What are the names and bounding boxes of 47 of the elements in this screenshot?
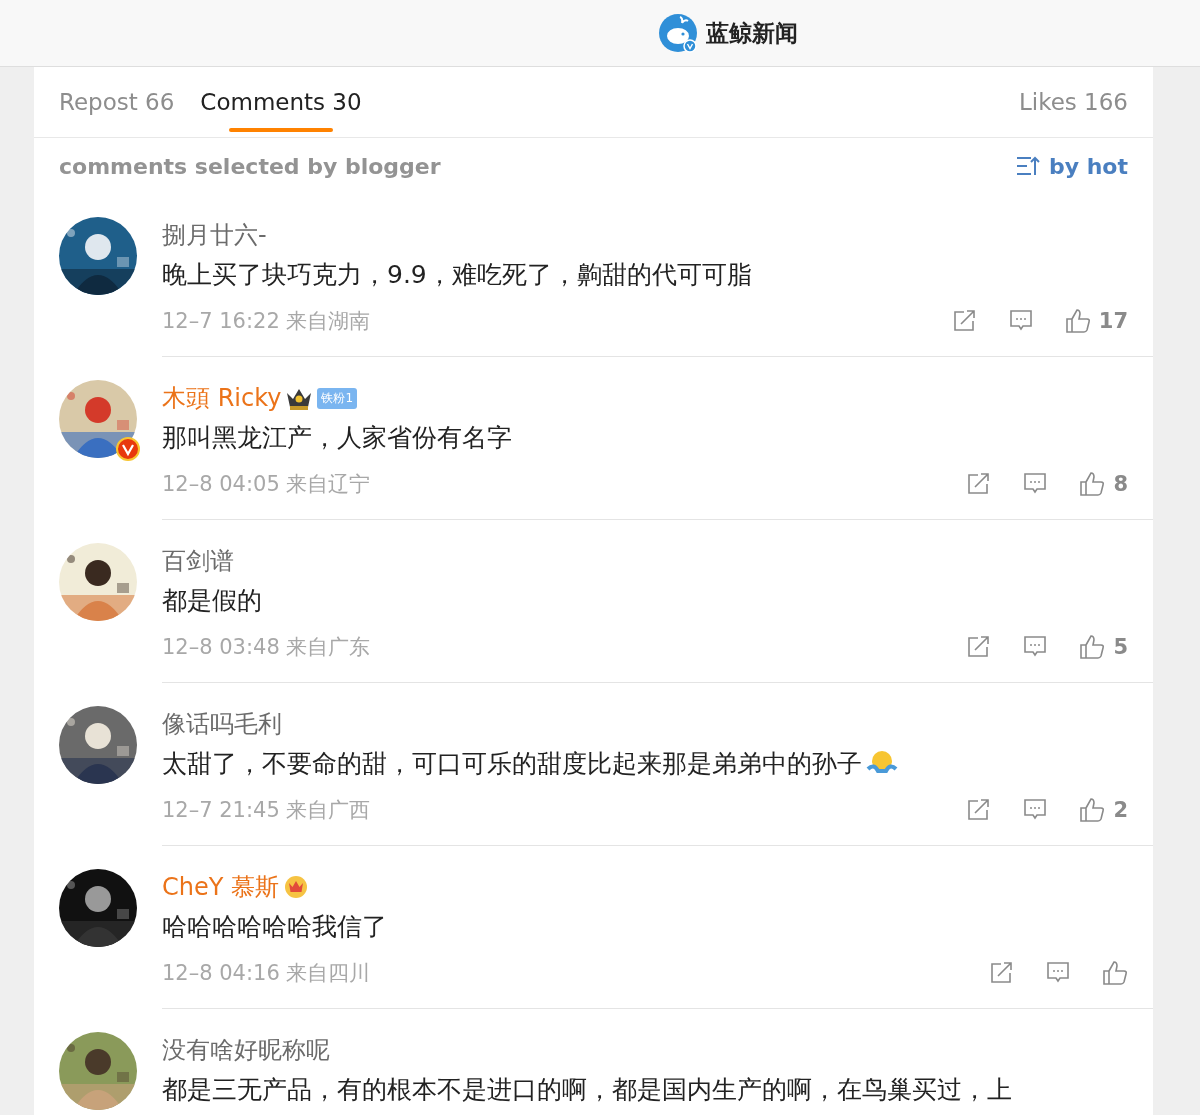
comment-time: 12–7 21:45 来自广西 xyxy=(162,797,371,824)
like-button[interactable]: 17 xyxy=(1064,308,1128,334)
comment-text: 晚上买了块巧克力，9.9，难吃死了，齁甜的代可可脂 xyxy=(162,258,752,291)
comment-text: 太甜了，不要命的甜，可口可乐的甜度比起来那是弟弟中的孙子 xyxy=(162,747,862,780)
comment-text: 那叫黑龙江产，人家省份有名字 xyxy=(162,421,512,454)
like-button[interactable] xyxy=(1102,960,1128,986)
user-name[interactable]: 像话吗毛利 xyxy=(162,708,282,740)
whale-logo-icon xyxy=(658,13,698,53)
like-button[interactable]: 5 xyxy=(1079,634,1128,660)
like-button[interactable]: 2 xyxy=(1079,797,1128,823)
share-icon[interactable] xyxy=(967,799,992,821)
user-name[interactable]: 捌月廿六- xyxy=(162,219,267,251)
like-button[interactable]: 8 xyxy=(1079,471,1128,497)
fan-badge: 铁粉1 xyxy=(317,387,358,409)
share-icon[interactable] xyxy=(990,962,1014,984)
comment-time: 12–8 04:16 来自四川 xyxy=(162,960,371,987)
tab[interactable]: Likes 166 xyxy=(1018,67,1128,137)
comment-icon[interactable] xyxy=(1046,961,1070,985)
user-name[interactable]: CheY 慕斯 xyxy=(162,871,280,903)
crown-icon xyxy=(283,875,310,899)
account-name: 蓝鲸新闻 xyxy=(706,18,798,48)
share-icon[interactable] xyxy=(952,310,977,332)
tab[interactable]: Repost 66 xyxy=(59,67,175,137)
comment-text: 都是假的 xyxy=(162,584,262,617)
comment-time: 12–8 03:48 来自广东 xyxy=(162,634,371,661)
tab[interactable]: Comments 30 xyxy=(200,67,362,137)
user-name[interactable]: 没有啥好昵称呢 xyxy=(162,1034,330,1066)
comment-icon[interactable] xyxy=(1023,635,1048,659)
thumbs-up-icon xyxy=(1079,471,1106,497)
comment-text: 哈哈哈哈哈哈我信了 xyxy=(162,910,387,943)
thumbs-up-icon xyxy=(1064,308,1091,334)
share-icon[interactable] xyxy=(967,473,992,495)
thumbs-up-icon xyxy=(1079,797,1106,823)
comment-icon[interactable] xyxy=(1008,309,1033,333)
comment-time: 12–7 16:22 来自湖南 xyxy=(162,308,371,335)
comment-icon[interactable] xyxy=(1023,472,1048,496)
sort-icon xyxy=(1014,155,1041,177)
thumbs-up-icon xyxy=(1079,634,1106,660)
user-name[interactable]: 百剑谱 xyxy=(162,545,234,577)
user-name[interactable]: 木頭 Ricky xyxy=(162,382,282,414)
comment-icon[interactable] xyxy=(1023,798,1048,822)
section-label: comments selected by blogger xyxy=(59,153,441,179)
comment-text: 都是三无产品，有的根本不是进口的啊，都是国内生产的啊，在鸟巢买过，上 xyxy=(162,1073,1012,1106)
comment-time: 12–8 04:05 来自辽宁 xyxy=(162,471,371,498)
share-icon[interactable] xyxy=(967,636,992,658)
sort-button[interactable]: by hot xyxy=(1014,153,1128,179)
thumbs-up-icon xyxy=(1102,960,1128,986)
